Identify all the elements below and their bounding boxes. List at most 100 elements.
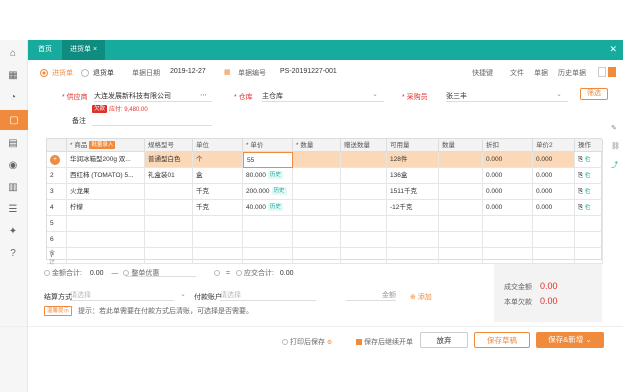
column-header[interactable]: 操作 [575,139,603,152]
table-cell[interactable]: 千克 [193,200,243,216]
table-cell[interactable] [193,248,243,264]
table-cell[interactable] [341,168,387,184]
purchase-icon[interactable]: ▢ [0,110,28,130]
chevron-down-icon[interactable]: ⌄ [372,90,378,98]
add-row-icon[interactable]: + [50,155,60,165]
tools-icon[interactable]: ✦ [6,224,20,238]
column-header[interactable]: 单价2 [533,139,575,152]
table-cell[interactable]: 盒 [193,168,243,184]
column-header[interactable]: 单位 [193,139,243,152]
table-cell[interactable]: 0.000 [533,200,575,216]
table-cell[interactable] [293,152,341,168]
column-header[interactable]: 折扣 [483,139,533,152]
inventory-icon[interactable]: ▤ [6,136,20,150]
table-cell[interactable]: 1511千克 [387,184,439,200]
column-header[interactable]: 数量 [439,139,483,152]
sales-icon[interactable]: ◔ [6,90,20,104]
delete-icon[interactable]: ⎗ [585,156,590,163]
save-new-button[interactable]: 保存&新增 ⌄ [536,332,604,348]
column-header[interactable]: * 单价 [243,139,293,152]
table-cell[interactable] [533,232,575,248]
finance-icon[interactable]: ◉ [6,158,20,172]
date-field[interactable]: 2019-12-27 [170,68,220,75]
table-cell[interactable]: 礼盒装01 [145,168,193,184]
side-share-icon[interactable]: ⤴ [611,160,618,170]
discount-input[interactable] [126,276,196,277]
print-option[interactable]: 打印后保存 ⚙ [282,337,332,347]
copy-icon[interactable]: ⎘ [578,156,583,163]
account-select[interactable]: 请选择 [220,290,316,301]
history-tag[interactable]: 历史 [267,203,283,212]
table-cell[interactable] [341,248,387,264]
table-cell[interactable] [387,232,439,248]
continue-checkbox[interactable] [356,339,362,346]
table-cell[interactable] [243,232,293,248]
history-link[interactable]: 历史单据 [558,68,586,78]
report-icon[interactable]: ▥ [6,180,20,194]
table-cell[interactable] [193,232,243,248]
history-tag[interactable]: 历史 [271,187,287,196]
warehouse-select[interactable]: 主仓库 [262,91,384,102]
table-cell[interactable] [341,184,387,200]
table-cell[interactable] [387,248,439,264]
settings-icon[interactable]: ☰ [6,202,20,216]
table-cell[interactable] [439,184,483,200]
table-cell[interactable] [293,168,341,184]
cancel-button[interactable]: 放弃 [420,332,468,348]
table-cell[interactable] [67,216,145,232]
calendar-icon[interactable]: ▦ [224,68,231,76]
more-icon[interactable]: ⋯ [200,91,207,99]
tab-home[interactable]: 首页 [30,40,60,60]
table-cell[interactable] [341,216,387,232]
table-cell[interactable]: 个 [193,152,243,168]
return-radio[interactable] [80,69,89,78]
delete-icon[interactable]: ⎗ [585,204,590,211]
copy-icon[interactable]: ⎘ [578,172,583,179]
table-cell[interactable]: 40.000 历史 [243,200,293,216]
table-cell[interactable]: 0.000 [483,184,533,200]
table-cell[interactable]: 柠檬 [67,200,145,216]
table-cell[interactable] [387,216,439,232]
filter-button[interactable]: 筛选 [580,88,608,100]
delete-icon[interactable]: ⎗ [585,188,590,195]
table-cell[interactable] [341,232,387,248]
column-header[interactable]: * 数量 [293,139,341,152]
purchase-radio[interactable] [40,69,48,78]
help-icon[interactable]: ? [6,246,20,260]
table-cell[interactable]: 0.000 [483,168,533,184]
table-cell[interactable] [145,216,193,232]
table-cell[interactable] [439,248,483,264]
view-list-icon[interactable] [598,67,606,77]
table-cell[interactable]: 0.000 [533,168,575,184]
table-cell[interactable]: 西红柿 (TOMATO) 5... [67,168,145,184]
table-cell[interactable] [145,200,193,216]
side-edit-icon[interactable]: ✎ [611,124,617,132]
salesman-select[interactable]: 张三丰 [446,91,568,102]
column-header[interactable]: * 商品 批量录入 [67,139,145,152]
doc-no-field[interactable]: PS-20191227-001 [280,68,337,75]
table-cell[interactable] [145,232,193,248]
column-header[interactable]: 赠送数量 [341,139,387,152]
table-cell[interactable] [193,216,243,232]
table-cell[interactable] [293,232,341,248]
table-cell[interactable]: 0.000 [483,152,533,168]
table-cell[interactable]: 0.000 [533,184,575,200]
remark-input[interactable] [92,125,212,126]
side-link-icon[interactable]: ⛓ [611,142,620,150]
table-cell[interactable] [341,200,387,216]
table-cell[interactable] [533,248,575,264]
pay-amount-input[interactable]: 金额 [346,290,396,301]
table-cell[interactable]: 128件 [387,152,439,168]
table-cell[interactable] [293,184,341,200]
table-cell[interactable] [293,248,341,264]
table-cell[interactable]: 80.000 历史 [243,168,293,184]
batch-add-tag[interactable]: 批量录入 [89,141,116,150]
continue-option[interactable]: 保存后继续开单 [356,337,413,347]
table-cell[interactable] [243,216,293,232]
save-draft-button[interactable]: 保存草稿 [474,332,530,348]
table-cell[interactable] [533,216,575,232]
column-header[interactable] [47,139,67,152]
table-cell[interactable] [243,248,293,264]
table-cell[interactable] [439,168,483,184]
table-cell[interactable] [483,216,533,232]
